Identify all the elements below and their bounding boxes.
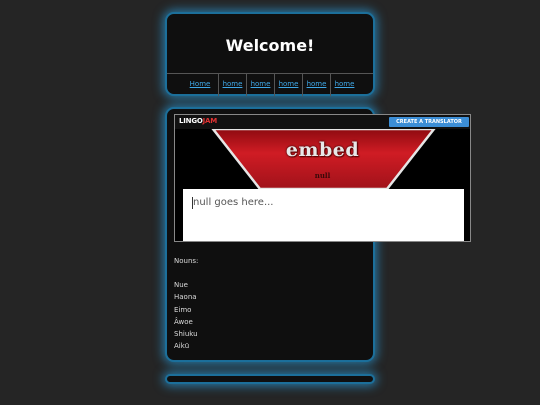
nav-link-2[interactable]: home [218, 74, 246, 96]
logo-accent-text: JAM [202, 117, 218, 125]
nouns-heading: Nouns: [174, 257, 199, 265]
footer-panel [165, 374, 375, 384]
nav-link-home[interactable]: Home [182, 74, 218, 96]
header-panel: Welcome! Home home home home home home [165, 12, 375, 96]
nav-bar: Home home home home home home [167, 73, 373, 96]
widget-toolbar: LINGOJAM CREATE A TRANSLATOR [175, 115, 470, 129]
page-title: Welcome! [225, 36, 315, 55]
nav-link-5[interactable]: home [302, 74, 330, 96]
noun-item: Aikū [174, 342, 190, 351]
noun-item: Nue [174, 281, 188, 289]
nav-link-6[interactable]: home [330, 74, 358, 96]
noun-item: Haona [174, 293, 197, 302]
nav-link-3[interactable]: home [246, 74, 274, 96]
create-translator-button[interactable]: CREATE A TRANSLATOR [389, 117, 469, 127]
noun-list: Nue Haona Eimo Âwoe Shiuku Aikū [174, 279, 198, 353]
input-box [183, 189, 464, 241]
logo-text: LINGO [179, 117, 203, 125]
lingojam-logo[interactable]: LINGOJAM [179, 117, 217, 125]
noun-item: Âwoe [174, 317, 193, 326]
noun-item: Shiuku [174, 330, 198, 339]
translation-input[interactable] [183, 189, 464, 241]
translator-widget: LINGOJAM CREATE A TRANSLATOR embed null [174, 114, 471, 242]
translator-subtitle: null [314, 171, 331, 180]
nav-link-4[interactable]: home [274, 74, 302, 96]
text-caret [192, 197, 193, 209]
noun-item: Eimo [174, 305, 192, 314]
translator-title: embed [285, 139, 360, 161]
